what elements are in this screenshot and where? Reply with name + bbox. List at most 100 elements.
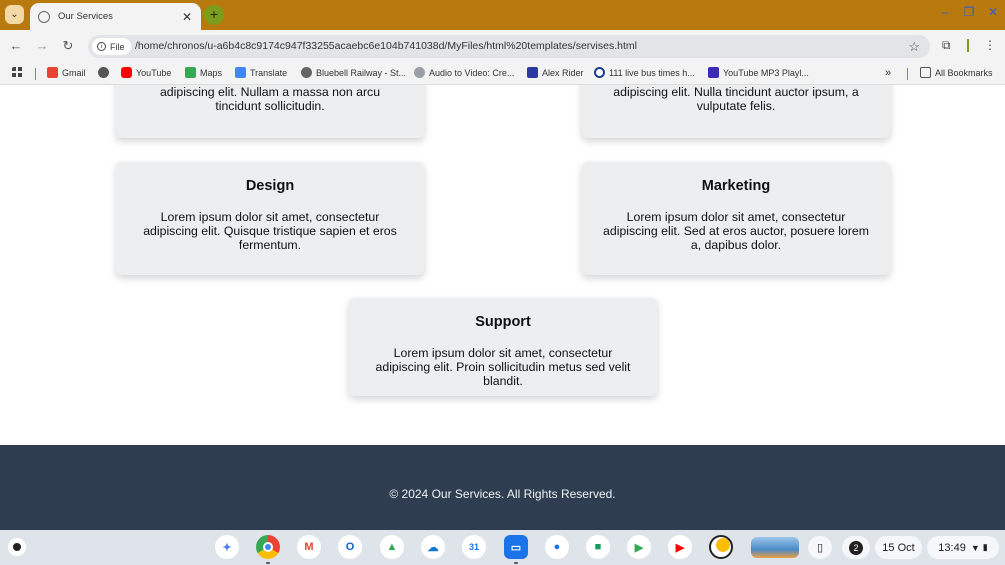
page-viewport: Lorem ipsum dolor sit amet, consectetur … <box>0 85 1005 530</box>
bookmark-youtube-mp3[interactable]: YouTube MP3 Playl... <box>708 67 809 78</box>
gmail-icon <box>47 67 58 78</box>
bookmark-label: YouTube <box>136 67 172 78</box>
globe-icon <box>38 10 50 23</box>
date-label: 15 Oct <box>882 541 915 554</box>
outlook-icon[interactable]: O <box>338 535 362 559</box>
bookmark-audio-to-video[interactable]: Audio to Video: Cre... <box>414 67 514 78</box>
notification-tray[interactable]: 2 <box>842 536 870 559</box>
site-info-label: File <box>110 41 125 52</box>
bookmark-maps[interactable]: Maps <box>185 67 222 78</box>
tab-strip: ⌄ Our Services ✕ + – ❐ ✕ <box>0 0 1005 30</box>
wifi-icon: ▼ <box>970 542 980 553</box>
reload-icon[interactable]: ↻ <box>60 38 76 54</box>
bookmark-label: Maps <box>200 67 223 78</box>
bookmark-label: Audio to Video: Cre... <box>429 67 515 78</box>
drive-icon[interactable]: ▲ <box>380 535 404 559</box>
bookmarks-bar: Gmail YouTube Maps Translate Bluebell Ra… <box>0 62 1005 85</box>
site-info-chip[interactable]: i File <box>92 38 131 55</box>
launcher-icon[interactable] <box>8 538 26 556</box>
date-tray[interactable]: 15 Oct <box>875 536 922 559</box>
service-title: Marketing <box>701 178 771 194</box>
play-store-icon[interactable]: ▶ <box>627 535 651 559</box>
menu-icon[interactable]: ⋮ <box>984 38 996 52</box>
all-bookmarks[interactable]: All Bookmarks <box>920 67 993 78</box>
page-footer: © 2024 Our Services. All Rights Reserved… <box>0 445 1005 530</box>
bookmark-translate[interactable]: Translate <box>235 67 287 78</box>
bookmark-label: Gmail <box>62 67 86 78</box>
gemini-icon[interactable]: ✦ <box>215 535 239 559</box>
restore-icon[interactable]: ❐ <box>962 5 976 19</box>
youtube-icon <box>121 67 132 78</box>
service-card: Lorem ipsum dolor sit amet, consectetur … <box>116 85 424 138</box>
address-bar[interactable]: i File /home/chronos/u-a6b4c8c9174c947f3… <box>88 35 930 58</box>
bookmark-youtube[interactable]: YouTube <box>121 67 171 78</box>
bookmark-bluebell[interactable]: Bluebell Railway - St... <box>301 67 406 78</box>
profile-divider <box>967 39 969 52</box>
bookmark-star-icon[interactable]: ☆ <box>908 39 920 55</box>
service-description: Lorem ipsum dolor sit amet, consectetur … <box>143 210 397 252</box>
meet-icon[interactable]: ■ <box>586 535 610 559</box>
bookmark-label: Bluebell Railway - St... <box>316 67 407 78</box>
phone-hub-icon[interactable]: ▯ <box>808 536 832 559</box>
service-title: Design <box>245 178 295 194</box>
service-description: Lorem ipsum dolor sit amet, consectetur … <box>603 210 869 252</box>
globe-icon <box>301 67 312 78</box>
chat-icon[interactable]: ● <box>545 535 569 559</box>
minimize-icon[interactable]: – <box>938 5 952 19</box>
close-window-icon[interactable]: ✕ <box>986 5 1000 19</box>
extensions-icon[interactable]: ⧉ <box>942 38 951 53</box>
system-shelf: ✦ M O ▲ ☁ 31 ▭ ● ■ ▶ ▶ ▯ 2 15 Oct 13:49 … <box>0 530 1005 565</box>
back-icon[interactable]: ← <box>8 38 24 53</box>
service-description: Lorem ipsum dolor sit amet, consectetur … <box>375 346 631 388</box>
folder-icon <box>920 67 931 78</box>
globe-icon <box>98 67 109 78</box>
service-card-design: Design Lorem ipsum dolor sit amet, conse… <box>116 162 424 275</box>
status-tray[interactable]: 13:49 ▼ ▮ <box>927 536 999 559</box>
info-icon: i <box>97 42 106 51</box>
tab-search-icon[interactable]: ⌄ <box>5 5 24 24</box>
chrome-icon[interactable] <box>256 535 280 559</box>
alex-rider-icon <box>527 67 538 78</box>
youtube-icon[interactable]: ▶ <box>668 535 692 559</box>
bookmark-globe[interactable] <box>98 67 113 78</box>
maps-icon <box>185 67 196 78</box>
bookmark-divider <box>35 68 36 80</box>
onedrive-icon[interactable]: ☁ <box>421 535 445 559</box>
gmail-icon[interactable]: M <box>297 535 321 559</box>
running-indicator <box>266 562 270 564</box>
bookmark-gmail[interactable]: Gmail <box>47 67 86 78</box>
apps-grid-icon[interactable] <box>12 67 27 78</box>
close-tab-icon[interactable]: ✕ <box>181 10 193 24</box>
new-tab-button[interactable]: + <box>204 5 224 25</box>
bookmark-label: Alex Rider <box>542 67 584 78</box>
music-icon <box>708 67 719 78</box>
browser-toolbar: ← → ↻ i File /home/chronos/u-a6b4c8c9174… <box>0 30 1005 62</box>
forward-icon[interactable]: → <box>34 38 50 53</box>
tfl-icon <box>594 67 605 78</box>
tab-title: Our Services <box>58 11 113 22</box>
calendar-icon[interactable]: 31 <box>462 535 486 559</box>
bookmark-bus-times[interactable]: 111 live bus times h... <box>594 67 695 78</box>
bookmark-divider <box>907 68 908 80</box>
footer-copyright: © 2024 Our Services. All Rights Reserved… <box>389 487 616 501</box>
all-bookmarks-label: All Bookmarks <box>935 67 993 78</box>
screen: ⌄ Our Services ✕ + – ❐ ✕ ← → ↻ i File /h… <box>0 0 1005 565</box>
files-icon[interactable]: ▭ <box>504 535 528 559</box>
audio-icon <box>414 67 425 78</box>
service-title: Support <box>475 314 531 330</box>
translate-icon <box>235 67 246 78</box>
running-indicator <box>514 562 518 564</box>
service-description: Lorem ipsum dolor sit amet, consectetur … <box>613 85 859 113</box>
bookmark-alex-rider[interactable]: Alex Rider <box>527 67 584 78</box>
time-label: 13:49 <box>938 541 966 554</box>
url-text[interactable]: /home/chronos/u-a6b4c8c9174c947f33255aca… <box>135 40 637 52</box>
window-preview[interactable] <box>751 537 799 558</box>
bookmark-label: 111 live bus times h... <box>609 67 695 78</box>
bookmark-label: Translate <box>250 67 288 78</box>
notification-count: 2 <box>849 540 863 555</box>
photos-icon[interactable] <box>709 535 733 559</box>
bookmarks-overflow-icon[interactable]: » <box>885 67 891 79</box>
tab-active[interactable]: Our Services ✕ <box>30 3 201 30</box>
service-card-marketing: Marketing Lorem ipsum dolor sit amet, co… <box>582 162 890 275</box>
service-card-support: Support Lorem ipsum dolor sit amet, cons… <box>349 298 657 396</box>
